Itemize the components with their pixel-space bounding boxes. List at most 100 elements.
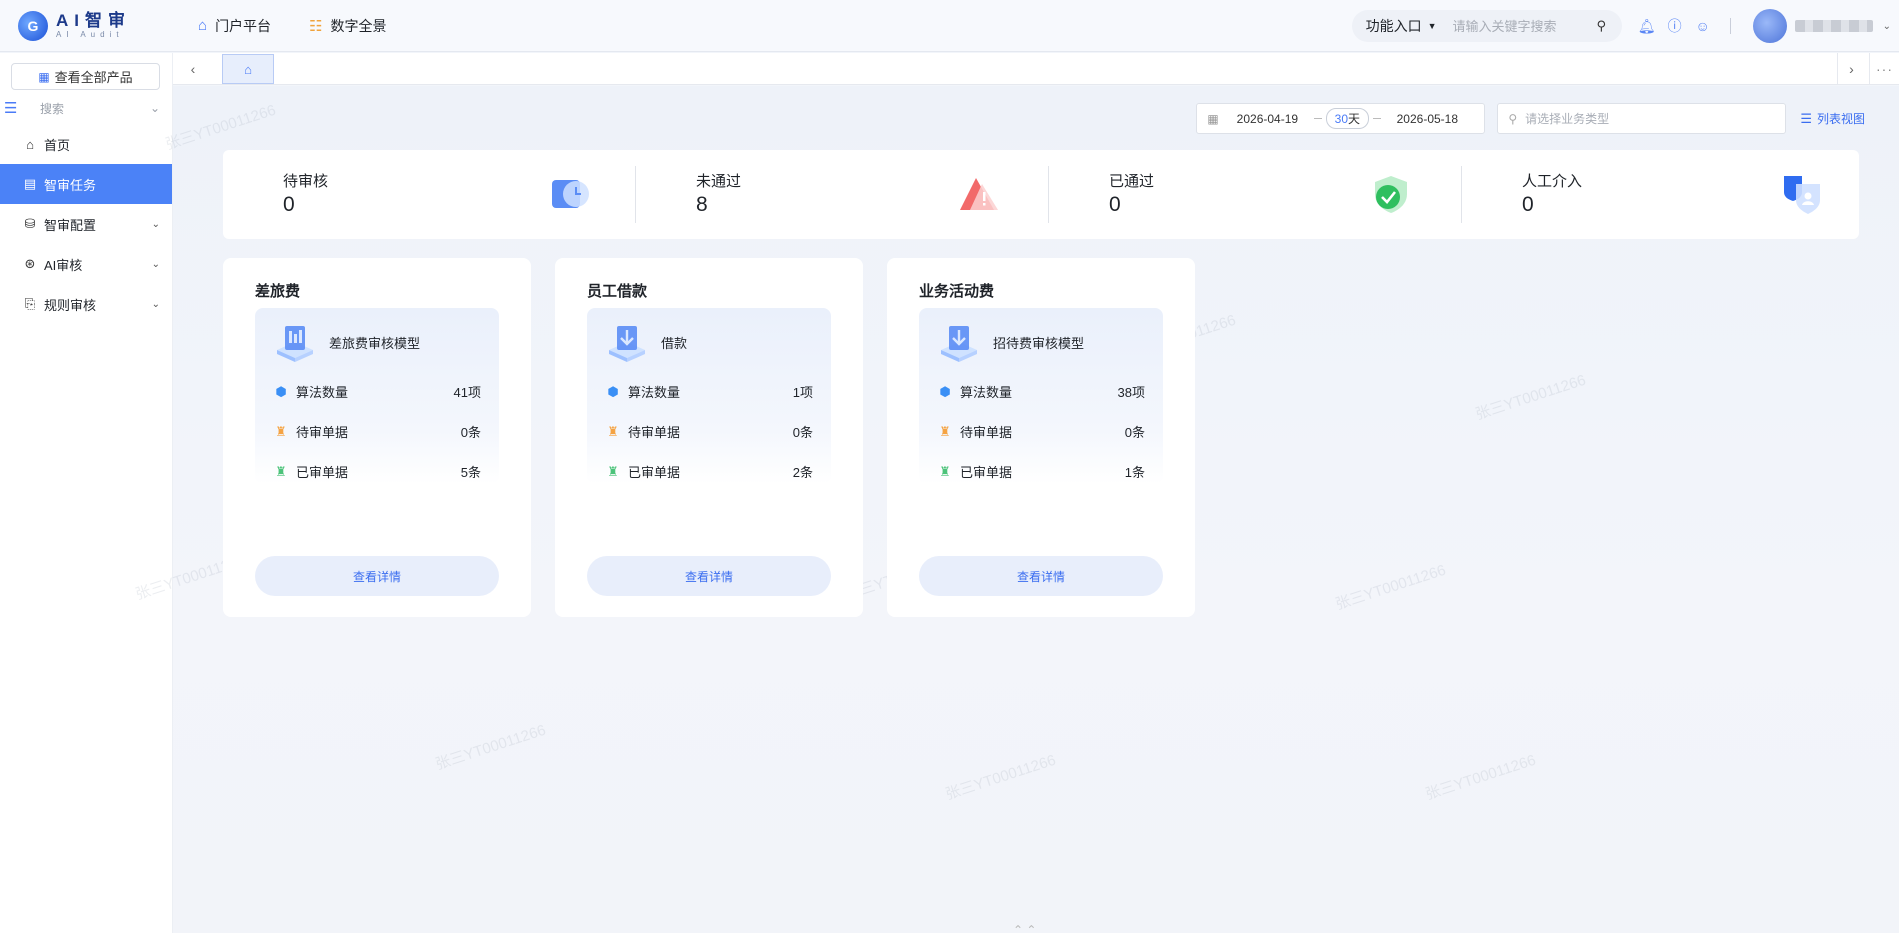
view-details-button[interactable]: 查看详情 bbox=[919, 556, 1163, 596]
view-details-button[interactable]: 查看详情 bbox=[255, 556, 499, 596]
end-date[interactable]: 2026-05-18 bbox=[1397, 112, 1458, 126]
stat-rejected[interactable]: 未通过 8 bbox=[636, 150, 1045, 239]
sidebar-item-label: 规则审核 bbox=[44, 297, 97, 313]
help-icon[interactable]: ⓘ bbox=[1666, 17, 1684, 35]
stats-panel: 待审核 0 未通过 8 已通过 0 人工介入 0 bbox=[223, 150, 1859, 239]
user-shield-icon bbox=[1784, 176, 1820, 214]
user-menu[interactable]: ⌄ bbox=[1752, 9, 1891, 43]
metric-label: 算法数量 bbox=[960, 385, 1013, 400]
card-employee-loan: 员工借款 借款 ⬢ 算法数量 1项 ♜ 待审单据 0条 ♜ 已审单据 2条 查看… bbox=[555, 258, 863, 617]
audited-doc-icon: ♜ bbox=[939, 463, 951, 479]
pending-doc-icon: ♜ bbox=[607, 423, 619, 439]
sidebar-item-rule-audit[interactable]: ⎘ 规则审核 ⌄ bbox=[0, 284, 172, 324]
more-icon[interactable]: ··· bbox=[1869, 53, 1899, 85]
model-name: 差旅费审核模型 bbox=[329, 335, 421, 351]
ai-audit-icon: ⊛ bbox=[24, 256, 36, 271]
database-icon: ☷ bbox=[309, 17, 323, 35]
card-summary: 招待费审核模型 ⬢ 算法数量 38项 ♜ 待审单据 0条 ♜ 已审单据 1条 bbox=[919, 308, 1163, 484]
scroll-hint-icon: ⌃ ⌃ bbox=[1013, 923, 1037, 933]
sidebar-search-label: 搜索 bbox=[40, 101, 65, 116]
watermark: 张三YT00011266 bbox=[163, 101, 278, 154]
tab-scroll-left-icon[interactable]: ‹ bbox=[179, 53, 207, 85]
audited-doc-icon: ♜ bbox=[275, 463, 287, 479]
metric-audited-docs: ♜ 已审单据 5条 bbox=[273, 462, 481, 481]
sidebar-search[interactable]: ☰ 搜索 ⌄ bbox=[0, 92, 172, 124]
home-icon: ⌂ bbox=[198, 17, 208, 34]
caret-down-icon: ▼ bbox=[1427, 21, 1437, 31]
metric-pending-docs: ♜ 待审单据 0条 bbox=[937, 422, 1145, 441]
start-date[interactable]: 2026-04-19 bbox=[1237, 112, 1298, 126]
stat-title: 人工介入 bbox=[1522, 173, 1583, 190]
business-type-input[interactable] bbox=[1525, 111, 1756, 126]
list-icon: ☰ bbox=[1800, 110, 1812, 126]
date-range-picker[interactable]: ▦ 2026-04-19 30天 2026-05-18 bbox=[1196, 103, 1486, 134]
stat-value: 0 bbox=[283, 193, 295, 216]
stat-value: 8 bbox=[696, 193, 708, 216]
metric-algorithm-count: ⬢ 算法数量 41项 bbox=[273, 382, 481, 401]
audit-model-icon bbox=[609, 326, 645, 362]
sidebar-item-ai-audit[interactable]: ⊛ AI审核 ⌄ bbox=[0, 244, 172, 284]
calendar-icon: ▦ bbox=[1207, 111, 1219, 126]
chevron-down-icon: ⌄ bbox=[151, 298, 160, 310]
sidebar-item-home[interactable]: ⌂ 首页 bbox=[0, 124, 172, 164]
task-list-icon: ▤ bbox=[23, 176, 37, 191]
list-view-button[interactable]: ☰ 列表视图 bbox=[1800, 110, 1865, 127]
stat-pending[interactable]: 待审核 0 bbox=[223, 150, 632, 239]
sidebar: ▦ 查看全部产品 ☰ 搜索 ⌄ ⌂ 首页 ▤ 智审任务 ⛁ 智审配置 ⌄ ⊛ A… bbox=[0, 53, 173, 933]
model-name: 招待费审核模型 bbox=[993, 335, 1085, 351]
function-entry-label: 功能入口 bbox=[1365, 18, 1422, 34]
metric-label: 待审单据 bbox=[628, 425, 681, 440]
card-title: 业务活动费 bbox=[919, 283, 995, 300]
chevron-down-icon: ⌄ bbox=[151, 258, 160, 270]
user-settings-icon[interactable]: ☺ bbox=[1694, 17, 1712, 35]
metric-value: 41项 bbox=[453, 385, 481, 400]
function-entry-dropdown[interactable]: 功能入口 ▼ bbox=[1366, 16, 1437, 36]
top-bar: G AI智审 AI Audit ⌂ 门户平台 ☷ 数字全景 功能入口 ▼ ⚲ 🔔… bbox=[0, 0, 1899, 52]
model-name: 借款 bbox=[661, 335, 688, 351]
all-products-button[interactable]: ▦ 查看全部产品 bbox=[11, 63, 160, 90]
chevron-down-icon: ⌄ bbox=[151, 218, 160, 230]
card-business-activity: 业务活动费 招待费审核模型 ⬢ 算法数量 38项 ♜ 待审单据 0条 ♜ 已审单… bbox=[887, 258, 1195, 617]
search-icon[interactable]: ⚲ bbox=[1597, 18, 1607, 34]
cube-icon: ⬢ bbox=[275, 383, 287, 399]
metric-label: 已审单据 bbox=[296, 465, 349, 480]
metric-audited-docs: ♜ 已审单据 2条 bbox=[605, 462, 813, 481]
divider bbox=[1729, 18, 1731, 34]
tab-home[interactable]: ⌂ bbox=[222, 54, 274, 84]
audit-model-icon bbox=[941, 326, 977, 362]
metric-value: 0条 bbox=[460, 425, 481, 440]
metric-pending-docs: ♜ 待审单据 0条 bbox=[605, 422, 813, 441]
cube-icon: ⬢ bbox=[939, 383, 951, 399]
business-type-select[interactable]: ⚲ bbox=[1497, 103, 1787, 134]
menu-collapse-icon[interactable]: ☰ bbox=[4, 99, 30, 117]
stat-approved[interactable]: 已通过 0 bbox=[1049, 150, 1458, 239]
nav-digital-panorama[interactable]: ☷ 数字全景 bbox=[309, 16, 386, 36]
view-details-button[interactable]: 查看详情 bbox=[587, 556, 831, 596]
sidebar-item-audit-task[interactable]: ▤ 智审任务 bbox=[0, 164, 172, 204]
sidebar-item-label: AI审核 bbox=[44, 257, 83, 273]
tab-strip: ‹ ⌂ › ··· bbox=[173, 53, 1899, 85]
audit-model-icon bbox=[277, 326, 313, 362]
rule-audit-icon: ⎘ bbox=[24, 296, 36, 311]
audited-doc-icon: ♜ bbox=[607, 463, 619, 479]
tab-scroll-right-icon[interactable]: › bbox=[1837, 53, 1865, 85]
card-summary: 差旅费审核模型 ⬢ 算法数量 41项 ♜ 待审单据 0条 ♜ 已审单据 5条 bbox=[255, 308, 499, 484]
metric-pending-docs: ♜ 待审单据 0条 bbox=[273, 422, 481, 441]
stat-manual[interactable]: 人工介入 0 bbox=[1462, 150, 1859, 239]
sidebar-item-label: 智审配置 bbox=[44, 217, 97, 233]
search-icon: ⚲ bbox=[1508, 111, 1518, 126]
nav-portal[interactable]: ⌂ 门户平台 bbox=[198, 16, 271, 36]
search-input[interactable] bbox=[1452, 18, 1593, 34]
sidebar-item-audit-config[interactable]: ⛁ 智审配置 ⌄ bbox=[0, 204, 172, 244]
watermark: 张三YT00011266 bbox=[1333, 561, 1448, 614]
card-travel-expense: 差旅费 差旅费审核模型 ⬢ 算法数量 41项 ♜ 待审单据 0条 ♜ 已审单据 … bbox=[223, 258, 531, 617]
watermark: 张三YT00011266 bbox=[1473, 371, 1588, 424]
top-nav: ⌂ 门户平台 ☷ 数字全景 bbox=[198, 16, 425, 36]
home-icon: ⌂ bbox=[244, 61, 252, 77]
shield-check-icon bbox=[1375, 176, 1407, 213]
metric-label: 待审单据 bbox=[960, 425, 1013, 440]
logo-icon: G bbox=[18, 10, 48, 41]
global-search: 功能入口 ▼ ⚲ bbox=[1351, 10, 1622, 42]
bell-icon[interactable]: 🔔︎ bbox=[1638, 17, 1656, 35]
app-logo[interactable]: G AI智审 AI Audit bbox=[18, 10, 188, 41]
